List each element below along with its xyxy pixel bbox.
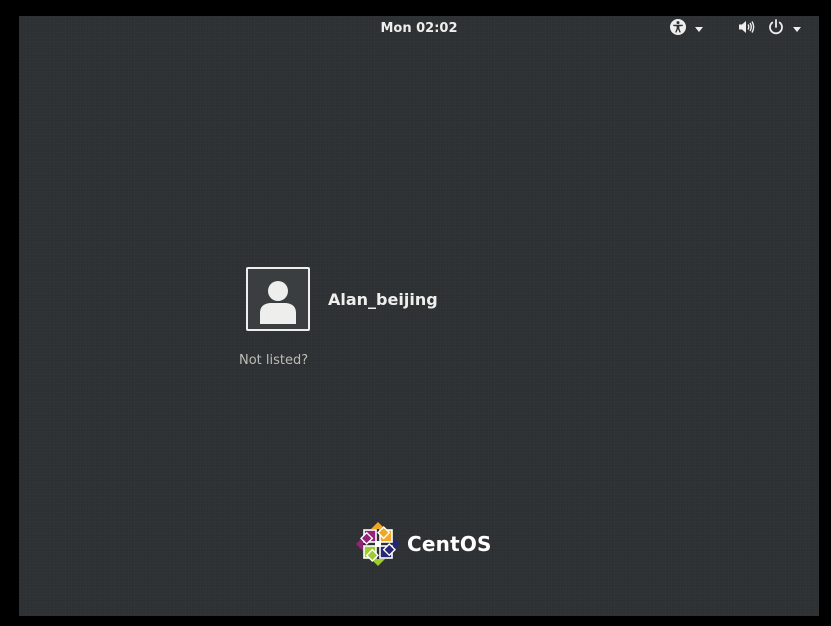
centos-logo: [356, 522, 400, 566]
user-name: Alan_beijing: [328, 289, 438, 309]
accessibility-icon: [669, 18, 687, 40]
top-bar: Mon 02:02: [19, 16, 819, 42]
user-list-item[interactable]: Alan_beijing: [246, 267, 506, 331]
volume-icon: [737, 18, 755, 40]
distribution-name: CentOS: [407, 532, 492, 556]
login-screen: Mon 02:02 Alan_beijing Not listed? CentO…: [19, 16, 819, 616]
not-listed-button[interactable]: Not listed?: [239, 353, 308, 368]
chevron-down-icon: [793, 26, 801, 32]
system-menu-button[interactable]: [737, 19, 807, 39]
clock-button[interactable]: Mon 02:02: [359, 16, 479, 42]
accessibility-menu-button[interactable]: [669, 19, 711, 39]
distribution-logo: CentOS: [355, 521, 492, 567]
avatar: [246, 267, 310, 331]
power-icon: [767, 18, 785, 40]
user-avatar-icon: [260, 281, 296, 324]
chevron-down-icon: [695, 26, 703, 32]
